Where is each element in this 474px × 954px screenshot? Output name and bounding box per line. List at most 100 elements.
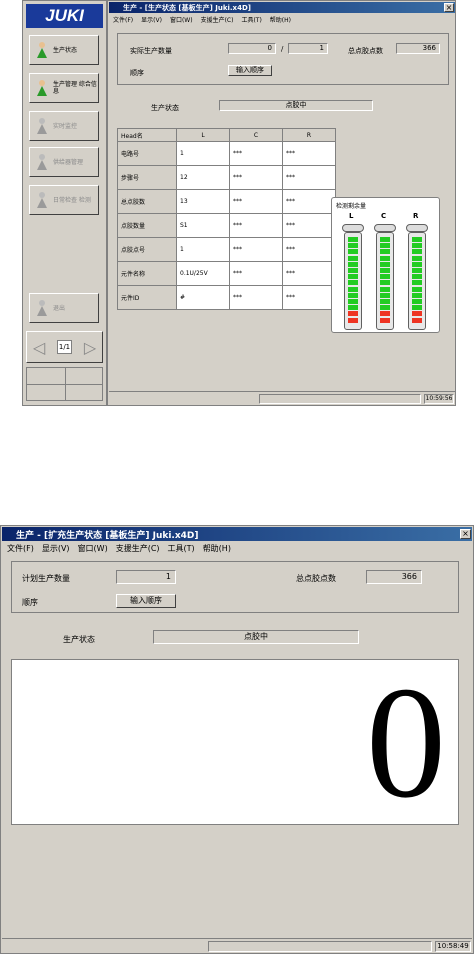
gauge-segment-green <box>412 243 422 249</box>
gauge-segment-green <box>348 280 358 286</box>
window1-title: 生产 - [生产状态 [基板生产] Juki.x4D] <box>123 3 251 12</box>
row-header-cell: 元件名称 <box>117 261 177 286</box>
plan-qty-label: 计划生产数量 <box>22 574 70 583</box>
info-panel: 实际生产数量 0 / 1 总点胶点数 366 顺序 输入顺序 <box>117 33 449 85</box>
row-header-cell: 元件ID <box>117 285 177 310</box>
window1-menu-item-2[interactable]: 窗口(W) <box>170 15 193 24</box>
gauge-tube <box>376 232 394 330</box>
table-cell: *** <box>282 285 336 310</box>
window2-menu-item-4[interactable]: 工具(T) <box>168 543 195 554</box>
gauge-label: C <box>381 212 387 220</box>
page-indicator: 1/1 <box>56 340 73 354</box>
qty-separator: / <box>281 45 284 53</box>
gauge-segment-green <box>380 237 390 242</box>
page-nav: ◁ 1/1 ▷ <box>26 331 103 363</box>
prev-page-button[interactable]: ◁ <box>33 338 45 357</box>
window1-menu-item-1[interactable]: 显示(V) <box>141 15 162 24</box>
table-cell: # <box>176 285 230 310</box>
gauge-label: L <box>349 212 354 220</box>
table-cell: 13 <box>176 189 230 214</box>
table-cell: 0.1U/25V <box>176 261 230 286</box>
gauge-segment-green <box>380 299 390 304</box>
gauge-segment-green <box>348 274 358 280</box>
gauge-segment-green <box>380 261 390 267</box>
window2-menu-item-5[interactable]: 帮助(H) <box>203 543 231 554</box>
table-cell: *** <box>282 213 336 238</box>
row-header-cell: 点胶点号 <box>117 237 177 262</box>
gauge-segment-red <box>380 311 390 317</box>
gauge-segment-green <box>412 299 422 304</box>
gauge-segment-green <box>380 280 390 286</box>
exit-door-icon <box>34 299 50 317</box>
table-cell: 1 <box>176 237 230 262</box>
gauge-segment-green <box>412 274 422 280</box>
window1-menu-item-4[interactable]: 工具(T) <box>241 15 261 24</box>
gauge-segment-green <box>412 292 422 298</box>
sidebar-button-4[interactable]: 日常检查 检测 <box>29 185 99 215</box>
table-cell: *** <box>229 237 283 262</box>
table-header-cell: C <box>229 128 283 142</box>
feeder-icon <box>34 153 50 171</box>
gauge-segment-green <box>412 268 422 273</box>
sidebar-button-label: 生产状态 <box>53 46 78 54</box>
table-row: 元件名称 0.1U/25V *** *** <box>117 261 336 286</box>
actual-qty-value: 0 <box>228 43 276 54</box>
table-cell: *** <box>229 165 283 190</box>
table-row: 步骤号 12 *** *** <box>117 165 336 190</box>
window2-plan-qty-value: 1 <box>116 570 176 584</box>
row-header-cell: 步骤号 <box>117 165 177 190</box>
remaining-gauge-panel: 检测剩余量 L C R <box>331 197 440 333</box>
table-cell: *** <box>229 285 283 310</box>
gauge-segment-green <box>412 286 422 292</box>
window2-menu-item-0[interactable]: 文件(F) <box>7 543 34 554</box>
gauge-tube-cap <box>374 224 396 232</box>
gauge-segment-red <box>412 311 422 317</box>
window2-status-value: 点胶中 <box>153 630 359 644</box>
input-sequence-button[interactable]: 输入顺序 <box>228 65 272 76</box>
gauge-segment-green <box>380 274 390 280</box>
gauge-segment-green <box>348 299 358 304</box>
sidebar-button-0[interactable]: 生产状态 <box>29 35 99 65</box>
table-row: 电路号 1 *** *** <box>117 141 336 166</box>
window2-input-sequence-button[interactable]: 输入顺序 <box>116 594 176 608</box>
table-cell: 12 <box>176 165 230 190</box>
window2-menu-item-3[interactable]: 支援生产(C) <box>116 543 160 554</box>
production-status-value: 点胶中 <box>219 100 373 111</box>
gauge-segment-green <box>348 268 358 273</box>
table-row: 点胶点号 1 *** *** <box>117 237 336 262</box>
gauge-segment-green <box>348 305 358 311</box>
window1-close-button[interactable]: × <box>444 3 454 12</box>
plan-qty-value: 1 <box>288 43 328 54</box>
gauge-segment-green <box>380 292 390 298</box>
window2-menu-item-1[interactable]: 显示(V) <box>42 543 70 554</box>
window2-menu-bar: 文件(F) 显示(V) 窗口(W) 支援生产(C) 工具(T) 帮助(H) <box>3 542 471 555</box>
next-page-button[interactable]: ▷ <box>84 338 96 357</box>
sidebar-button-label: 生产管理 综合信息 <box>53 81 97 95</box>
gauge-segment-green <box>348 237 358 242</box>
window1-menu-item-5[interactable]: 帮助(H) <box>270 15 291 24</box>
window2-total-dots-value: 366 <box>366 570 422 584</box>
sidebar-button-1[interactable]: 生产管理 综合信息 <box>29 73 99 103</box>
window2-close-button[interactable]: × <box>460 529 471 539</box>
sidebar-button-label: 实时监控 <box>53 122 78 130</box>
gauge-segment-red <box>348 311 358 317</box>
sidebar-button-2[interactable]: 实时监控 <box>29 111 99 141</box>
sidebar-button-label: 供给器管理 <box>53 158 84 166</box>
window2-clock: 10:58:49 <box>435 941 471 952</box>
sidebar-button-3[interactable]: 供给器管理 <box>29 147 99 177</box>
window2-total-dots-label: 总点胶点数 <box>296 574 336 583</box>
window2-status-bar-field <box>208 941 432 952</box>
window1-status-bar: 10:59:56 <box>109 391 455 405</box>
window2-menu-item-2[interactable]: 窗口(W) <box>78 543 108 554</box>
gauge-segment-green <box>348 286 358 292</box>
person-production-icon <box>34 41 50 59</box>
window1-title-bar: 生产 - [生产状态 [基板生产] Juki.x4D] <box>109 2 455 13</box>
row-header-cell: 总点胶数 <box>117 189 177 214</box>
window1-menu-item-0[interactable]: 文件(F) <box>113 15 133 24</box>
table-cell: 1 <box>176 141 230 166</box>
sidebar-button-5[interactable]: 退出 <box>29 293 99 323</box>
gauge-segment-green <box>412 237 422 242</box>
window1-menu-item-3[interactable]: 支援生产(C) <box>201 15 234 24</box>
extra-panel <box>26 367 103 401</box>
table-cell: *** <box>229 261 283 286</box>
